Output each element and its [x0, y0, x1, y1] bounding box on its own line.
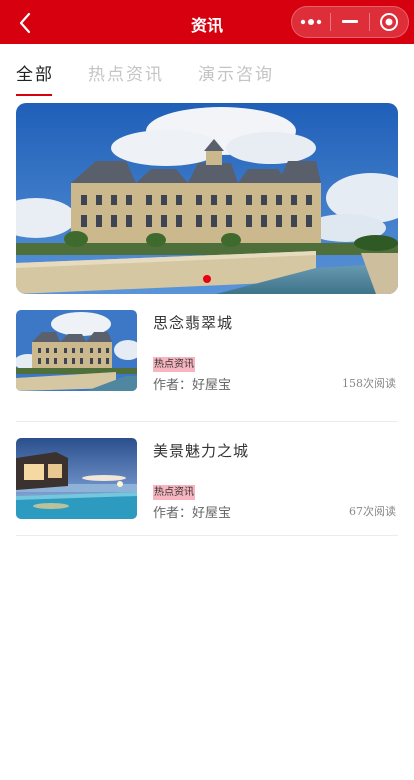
more-dots-icon[interactable] — [292, 7, 330, 37]
pool-villa-thumbnail — [16, 438, 137, 519]
tab-hot-news[interactable]: 热点资讯 — [88, 60, 164, 90]
read-count: 158次阅读 — [342, 377, 396, 390]
article-title: 美景魅力之城 — [153, 442, 250, 460]
category-tag: 热点资讯 — [153, 485, 195, 500]
minimize-icon[interactable] — [331, 7, 369, 37]
list-item[interactable]: 思念翡翠城 热点资讯 作者：好屋宝 158次阅读 — [16, 308, 398, 422]
article-author: 作者：好屋宝 — [153, 378, 232, 393]
carousel-indicator-dot[interactable] — [203, 275, 211, 283]
castle-thumbnail — [16, 310, 137, 391]
tab-demo-consult[interactable]: 演示咨询 — [198, 60, 274, 90]
top-nav-bar: 资讯 — [0, 0, 414, 44]
list-item[interactable]: 美景魅力之城 热点资讯 作者：好屋宝 67次阅读 — [16, 422, 398, 536]
target-close-icon[interactable] — [370, 7, 408, 37]
tab-all[interactable]: 全部 — [16, 60, 54, 96]
article-list: 思念翡翠城 热点资讯 作者：好屋宝 158次阅读 美景魅力之城 热点资讯 作者：… — [16, 308, 398, 536]
banner-carousel[interactable] — [16, 103, 398, 294]
category-tag: 热点资讯 — [153, 357, 195, 372]
read-count: 67次阅读 — [349, 505, 396, 518]
article-title: 思念翡翠城 — [153, 314, 234, 332]
category-tabs: 全部 热点资讯 演示咨询 — [16, 60, 308, 96]
castle-photo — [16, 103, 398, 294]
article-author: 作者：好屋宝 — [153, 506, 232, 521]
mini-program-capsule — [291, 6, 409, 38]
